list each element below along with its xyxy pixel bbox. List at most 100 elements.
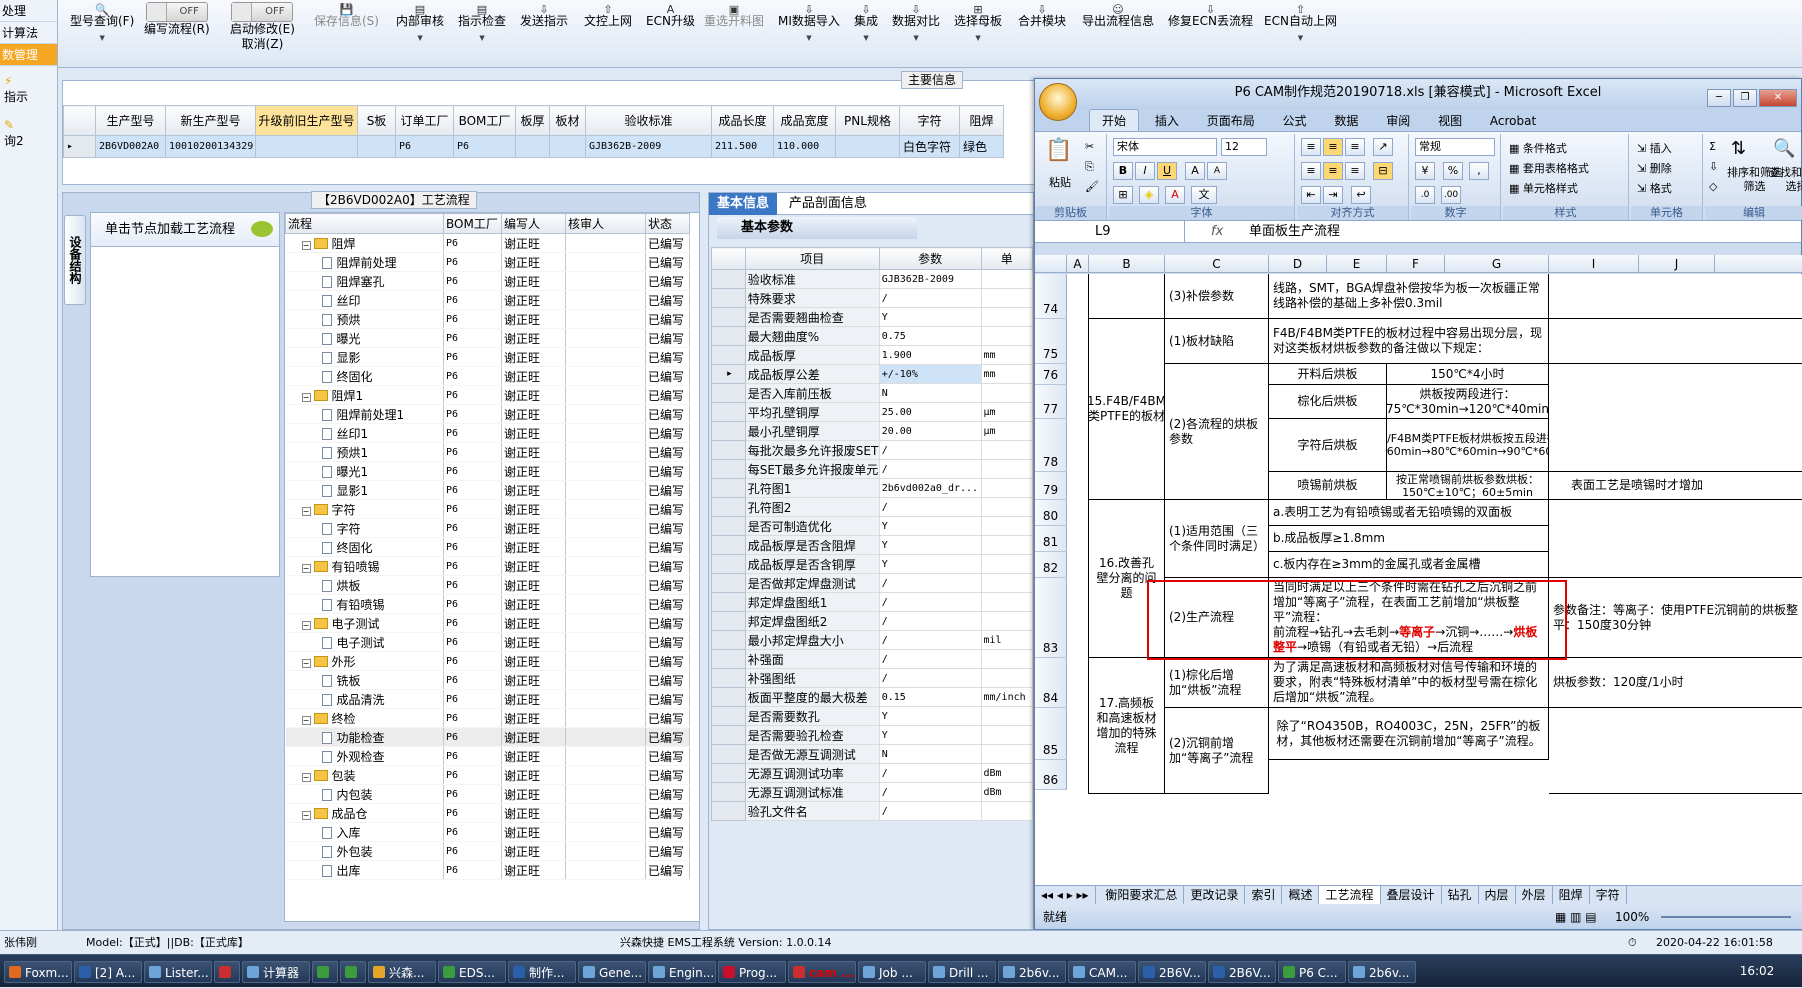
taskbar-item[interactable]: Prog...: [718, 961, 786, 983]
table-row[interactable]: 是否做无源互调测试 N: [711, 744, 1033, 764]
taskbar-item[interactable]: Lister...: [144, 961, 212, 983]
ecn-upgrade-button[interactable]: A ECN升级: [646, 2, 695, 29]
table-row[interactable]: 是否需要翘曲检查 Y: [711, 307, 1033, 327]
cell-d84[interactable]: 为了满足高速板材和高频板材对信号传输和环境的要求，附表“特殊板材清单”中的板材型…: [1269, 658, 1549, 708]
column-header[interactable]: C: [1165, 255, 1269, 273]
cell-c74[interactable]: (3)补偿参数: [1165, 274, 1269, 319]
font-grow-icon[interactable]: A: [1185, 162, 1205, 180]
select-motherboard-button[interactable]: ⊞ 选择母板 ▼: [954, 2, 1002, 46]
column-header[interactable]: PNL规格: [835, 105, 900, 136]
table-row[interactable]: 阻焊前处理 P6 谢正旺 已编写: [285, 252, 690, 272]
repair-ecn-button[interactable]: ⇩ 修复ECN丢流程: [1168, 2, 1253, 29]
row-header[interactable]: 76: [1035, 364, 1067, 385]
column-header[interactable]: 阻焊: [959, 105, 1004, 136]
taskbar-item[interactable]: EDS...: [438, 961, 506, 983]
cell-g79[interactable]: 按正常喷锡前烘板参数烘板：150℃±10℃；60±5min: [1387, 472, 1549, 500]
model-query-button[interactable]: 🔍 型号查询(F) ▼: [70, 2, 134, 46]
merge-module-button[interactable]: ⇩ 合并模块: [1018, 2, 1066, 29]
insert-cells-button[interactable]: ⇲ 插入: [1637, 140, 1672, 156]
taskbar-item[interactable]: 2B6V...: [1208, 961, 1276, 983]
format-cells-button[interactable]: ⇲ 格式: [1637, 180, 1672, 196]
table-row[interactable]: − 阻焊 P6 谢正旺 已编写: [285, 233, 690, 253]
taskbar-item[interactable]: 2B6V...: [1138, 961, 1206, 983]
align-right-icon[interactable]: ≡: [1345, 162, 1365, 180]
increase-indent-icon[interactable]: ⇥: [1323, 186, 1343, 204]
taskbar-item[interactable]: CAM...: [1068, 961, 1136, 983]
table-row[interactable]: 终固化 P6 谢正旺 已编写: [285, 366, 690, 386]
column-header[interactable]: 流程: [285, 213, 444, 234]
cell-i83[interactable]: 参数备注：等离子：使用PTFE沉铜前的烘板整平：150度30分钟: [1549, 578, 1802, 658]
internal-audit-button[interactable]: ▤ 内部审核 ▼: [396, 2, 444, 46]
table-row[interactable]: ▸ 2B6VD002A0 10010200134329 P6 P6 GJB362…: [63, 135, 1004, 158]
formula-input[interactable]: 单面板生产流程: [1249, 221, 1340, 243]
table-row[interactable]: 平均孔壁铜厚 25.00 μm: [711, 402, 1033, 422]
collapse-icon[interactable]: −: [301, 772, 311, 782]
start-modify-toggle[interactable]: OFF 启动修改(E) 取消(Z): [230, 2, 295, 52]
tab-formulas[interactable]: 公式: [1271, 110, 1319, 132]
cell-g78[interactable]: F4B/F4BM类PTFE板材烘板按五段进行：50℃*90min→70℃*60m…: [1387, 419, 1549, 472]
table-row[interactable]: 孔符图1 2b6vd002a0_dr...: [711, 478, 1033, 498]
table-row[interactable]: 成品板厚 1.900 mm: [711, 345, 1033, 365]
align-left-icon[interactable]: ≡: [1301, 162, 1321, 180]
cell-c80[interactable]: (1)适用范围（三个条件同时满足）: [1165, 500, 1269, 578]
tab-review[interactable]: 审阅: [1374, 110, 1422, 132]
row-header[interactable]: 78: [1035, 419, 1067, 472]
ecn-auto-upload-button[interactable]: ⇧ ECN自动上网 ▼: [1264, 2, 1337, 46]
close-icon[interactable]: ✕: [1759, 89, 1797, 107]
select-all-corner[interactable]: [1035, 255, 1067, 273]
decrease-indent-icon[interactable]: ⇤: [1301, 186, 1321, 204]
column-header[interactable]: S板: [357, 105, 396, 136]
delete-cells-button[interactable]: ⇲ 删除: [1637, 160, 1672, 176]
table-row[interactable]: 最大翘曲度% 0.75: [711, 326, 1033, 346]
sheet-tab[interactable]: 字符: [1590, 886, 1627, 904]
sheet-tab[interactable]: 阻焊: [1553, 886, 1590, 904]
nav-item-query[interactable]: ✎ 询2: [0, 118, 57, 154]
wrap-text-icon[interactable]: ↩: [1351, 186, 1371, 204]
conditional-format-button[interactable]: ▦ 条件格式: [1509, 140, 1567, 156]
autosum-icon[interactable]: Σ: [1709, 140, 1716, 153]
minimize-icon[interactable]: ─: [1707, 89, 1731, 107]
clear-icon[interactable]: ◇: [1709, 180, 1717, 193]
row-header[interactable]: 81: [1035, 526, 1067, 552]
table-row[interactable]: − 字符 P6 谢正旺 已编写: [285, 499, 690, 519]
border-icon[interactable]: ⊞: [1113, 186, 1133, 204]
cell-c84[interactable]: (1)棕化后增加“烘板”流程: [1165, 658, 1269, 708]
tab-insert[interactable]: 插入: [1143, 110, 1191, 132]
taskbar-item[interactable]: [340, 961, 366, 983]
table-row[interactable]: 外观检查 P6 谢正旺 已编写: [285, 746, 690, 766]
column-header[interactable]: I: [1549, 255, 1639, 273]
sheet-tab[interactable]: 外层: [1516, 886, 1553, 904]
table-row[interactable]: 验收标准 GJB362B-2009: [711, 269, 1033, 289]
font-size-select[interactable]: 12: [1221, 138, 1267, 156]
format-painter-icon[interactable]: 🖌: [1085, 180, 1099, 193]
table-row[interactable]: 成品清洗 P6 谢正旺 已编写: [285, 689, 690, 709]
collapse-icon[interactable]: −: [301, 506, 311, 516]
doc-upload-button[interactable]: ⇧ 文控上网: [584, 2, 632, 29]
table-row[interactable]: 是否需要数孔 Y: [711, 706, 1033, 726]
collapse-icon[interactable]: −: [301, 658, 311, 668]
taskbar-item[interactable]: [214, 961, 240, 983]
increase-decimal-icon[interactable]: .0: [1415, 186, 1435, 204]
taskbar-item[interactable]: Job ...: [858, 961, 926, 983]
nav-item-calc[interactable]: 计算法: [0, 22, 57, 44]
cell-style-button[interactable]: ▦ 单元格样式: [1509, 180, 1578, 196]
tab-profile-info[interactable]: 产品剖面信息: [781, 193, 875, 215]
table-row[interactable]: − 阻焊1 P6 谢正旺 已编写: [285, 385, 690, 405]
cell-d82[interactable]: c.板内存在≥3mm的金属孔或者金属槽: [1269, 552, 1549, 578]
cell-i79[interactable]: 表面工艺是喷锡时才增加: [1549, 472, 1802, 500]
basic-params-subtab[interactable]: 基本参数: [717, 217, 917, 239]
cell-e76[interactable]: 开料后烘板: [1269, 364, 1387, 385]
sheet-nav-icon[interactable]: ◂◂ ◂ ▸ ▸▸: [1035, 886, 1096, 904]
load-flow-node-button[interactable]: 单击节点加载工艺流程: [91, 213, 279, 247]
nav-item-indicate[interactable]: ⚡ 指示: [0, 74, 57, 110]
table-row[interactable]: 外包装 P6 谢正旺 已编写: [285, 841, 690, 861]
align-center-icon[interactable]: ≡: [1323, 162, 1343, 180]
fill-color-icon[interactable]: ◈: [1139, 186, 1159, 204]
column-header[interactable]: E: [1327, 255, 1387, 273]
taskbar-item[interactable]: [2] A...: [74, 961, 142, 983]
italic-icon[interactable]: I: [1135, 162, 1155, 180]
phonetic-icon[interactable]: 文: [1191, 186, 1217, 204]
table-row[interactable]: − 电子测试 P6 谢正旺 已编写: [285, 613, 690, 633]
tab-page-layout[interactable]: 页面布局: [1195, 110, 1267, 132]
table-row[interactable]: 是否入库前压板 N: [711, 383, 1033, 403]
